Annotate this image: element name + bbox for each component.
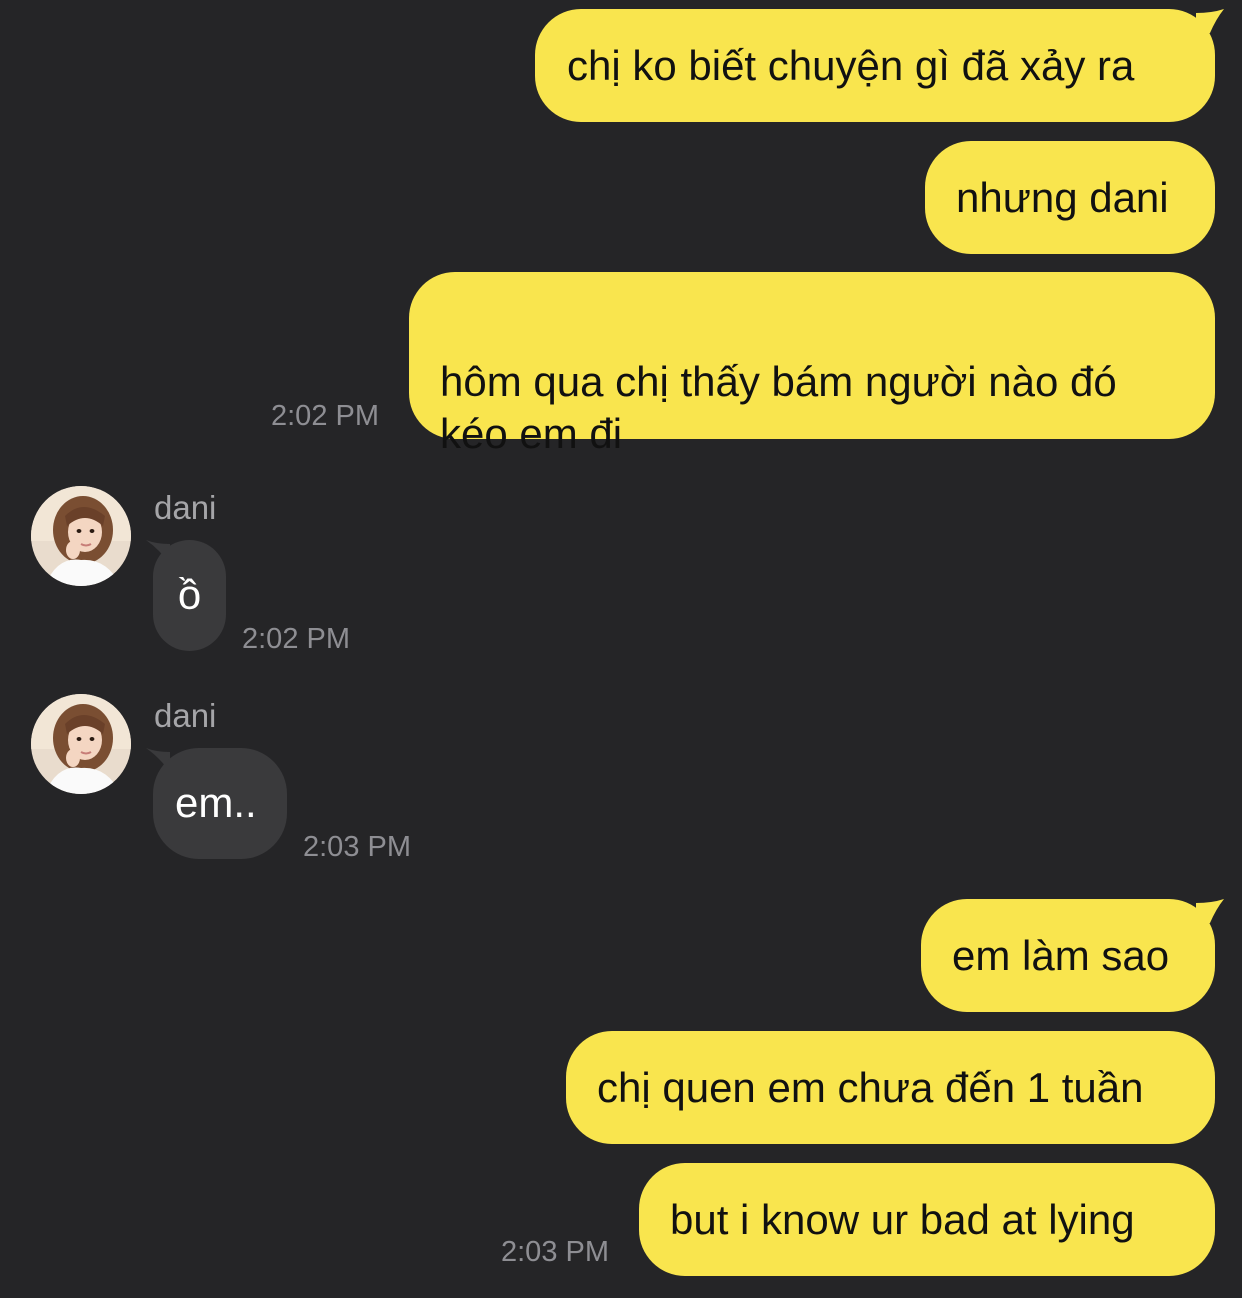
outgoing-message[interactable]: nhưng dani: [925, 141, 1215, 254]
message-timestamp: 2:03 PM: [303, 831, 411, 863]
message-text: nhưng dani: [956, 174, 1169, 221]
sender-name: dani: [154, 489, 217, 526]
incoming-message[interactable]: ồ: [153, 540, 226, 651]
chat-thread: chị ko biết chuyện gì đã xảy ra nhưng da…: [0, 0, 1242, 1298]
message-text: em..: [175, 779, 257, 826]
message-timestamp: 2:03 PM: [501, 1236, 609, 1268]
outgoing-message[interactable]: chị ko biết chuyện gì đã xảy ra: [535, 9, 1215, 122]
message-text: hôm qua chị thấy bám người nào đó kéo em…: [440, 358, 1117, 457]
outgoing-message[interactable]: em làm sao: [921, 899, 1215, 1012]
outgoing-message[interactable]: hôm qua chị thấy bám người nào đó kéo em…: [409, 272, 1215, 457]
message-text: chị ko biết chuyện gì đã xảy ra: [567, 42, 1135, 89]
outgoing-message[interactable]: chị quen em chưa đến 1 tuần: [566, 1031, 1215, 1144]
incoming-message[interactable]: em..: [153, 748, 287, 859]
message-timestamp: 2:02 PM: [271, 400, 379, 432]
outgoing-message[interactable]: but i know ur bad at lying: [639, 1163, 1215, 1276]
message-text: chị quen em chưa đến 1 tuần: [597, 1064, 1144, 1111]
message-text: ồ: [177, 571, 202, 618]
message-text: em làm sao: [952, 932, 1170, 979]
bubble-tail: [1196, 899, 1224, 923]
message-text: but i know ur bad at lying: [670, 1196, 1135, 1243]
avatar[interactable]: [31, 694, 131, 794]
message-timestamp: 2:02 PM: [242, 623, 350, 655]
bubble-tail: [1196, 9, 1224, 33]
avatar[interactable]: [31, 486, 131, 586]
sender-name: dani: [154, 697, 217, 734]
